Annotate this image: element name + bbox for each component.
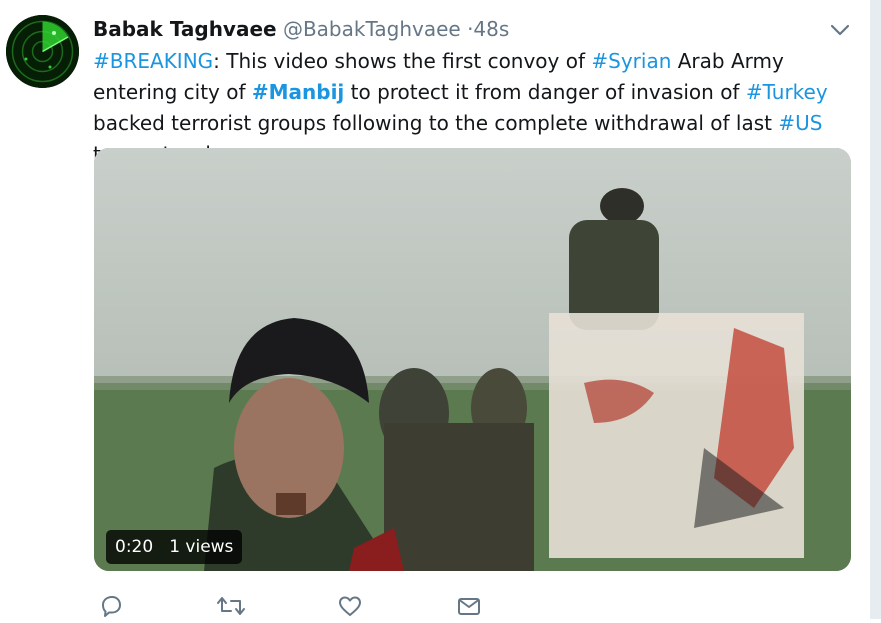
tweet-text-segment: backed terrorist groups following to the… [93,111,779,135]
timestamp[interactable]: 48s [473,17,509,41]
tweet-header: Babak Taghvaee @BabakTaghvaee ·48s [93,16,509,42]
hashtag-manbij[interactable]: #Manbij [252,80,344,104]
video-duration: 0:20 [115,537,154,557]
video-info-badge: 0:20 1 views [106,530,243,564]
reply-icon[interactable] [98,593,124,619]
radar-icon [6,15,79,88]
video-thumbnail [94,148,851,571]
envelope-icon[interactable] [456,593,482,619]
tweet-text-segment: to protect it from danger of invasion of [344,80,746,104]
tweet-actions [0,593,881,619]
video-player[interactable] [94,148,851,571]
heart-icon[interactable] [337,593,363,619]
author-name[interactable]: Babak Taghvaee [93,17,277,41]
flag-banner [549,313,804,558]
hashtag-breaking[interactable]: #BREAKING [93,49,213,73]
tweet-text-segment: : This video shows the first convoy of [213,49,592,73]
author-handle[interactable]: @BabakTaghvaee [283,17,461,41]
avatar[interactable] [6,15,79,88]
chevron-down-icon[interactable] [829,22,851,38]
retweet-icon[interactable] [216,593,246,619]
hashtag-turkey[interactable]: #Turkey [746,80,828,104]
hashtag-syrian[interactable]: #Syrian [591,49,671,73]
view-count: 1 views [169,537,234,557]
hashtag-us[interactable]: #US [778,111,822,135]
page-scroll-edge [870,0,881,619]
